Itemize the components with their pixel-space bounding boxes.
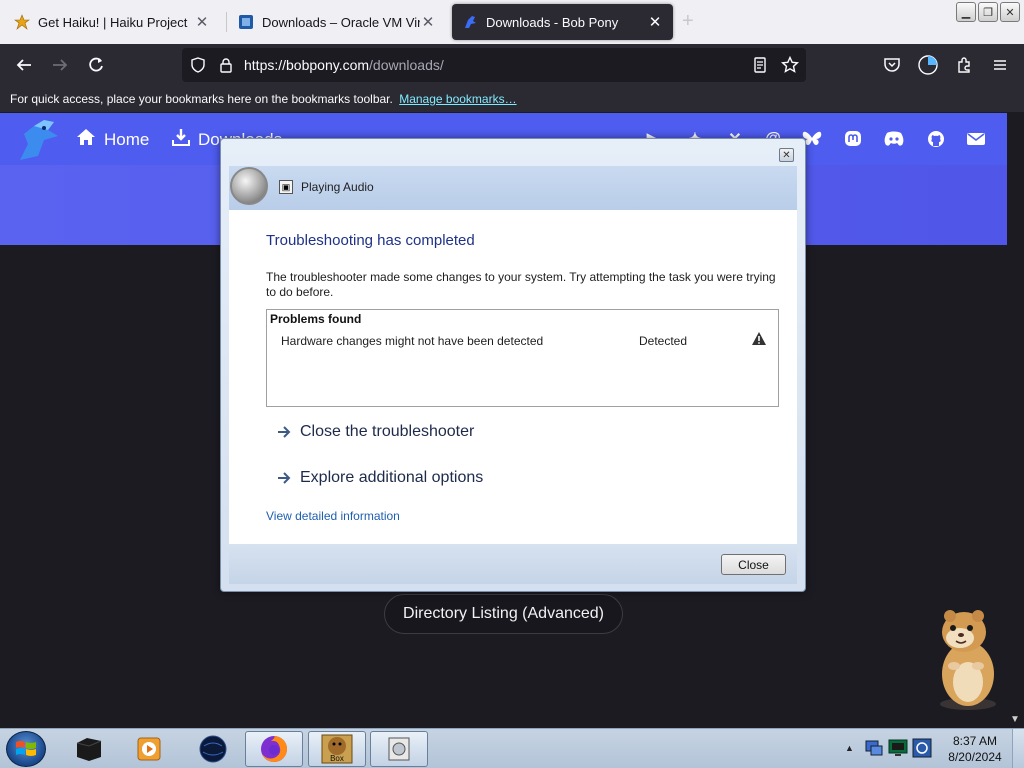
new-tab-icon[interactable]: + (682, 10, 694, 33)
download-icon (172, 128, 190, 151)
arrow-right-icon (277, 471, 291, 485)
close-tab-icon[interactable]: ✕ (194, 13, 210, 31)
windows-logo-icon (16, 741, 36, 756)
firefox-icon[interactable] (245, 731, 303, 767)
lock-icon[interactable] (214, 53, 238, 77)
discord-icon[interactable] (883, 128, 905, 150)
box-game-icon[interactable]: Box (308, 731, 366, 767)
directory-listing-button[interactable]: Directory Listing (Advanced) (384, 594, 623, 634)
minimize-icon[interactable]: ▁ (956, 2, 976, 22)
close-tab-icon[interactable]: ✕ (420, 13, 436, 31)
restore-icon[interactable]: ❐ (978, 2, 998, 22)
clock-date: 8/20/2024 (948, 750, 1002, 764)
display-icon[interactable] (888, 738, 908, 758)
warning-icon (751, 331, 767, 347)
tab-title: Downloads – Oracle VM VirtualBox (262, 14, 420, 30)
view-detailed-information-link[interactable]: View detailed information (266, 509, 400, 523)
navigation-toolbar: https://bobpony.com/downloads/ (0, 44, 1024, 86)
clock-time: 8:37 AM (952, 734, 998, 748)
virtualbox-icon (238, 14, 254, 30)
dialog-close-icon[interactable]: ✕ (779, 148, 794, 162)
arrow-right-icon (277, 425, 291, 439)
explore-options-option[interactable]: Explore additional options (277, 469, 483, 487)
tab-virtualbox[interactable]: Downloads – Oracle VM VirtualBox ✕ (228, 4, 446, 40)
hamster-mascot-icon (920, 604, 1010, 712)
url-text[interactable]: https://bobpony.com/downloads/ (244, 57, 444, 73)
url-host: https://bobpony.com (244, 57, 370, 73)
bobpony-logo-icon[interactable] (14, 116, 62, 164)
dialog-footer: Close (229, 544, 797, 584)
black-box-app-icon[interactable] (60, 731, 118, 767)
scroll-down-icon[interactable]: ▼ (1010, 714, 1020, 725)
option-label: Explore additional options (300, 469, 484, 486)
reload-icon[interactable] (84, 53, 108, 77)
volume-icon[interactable] (912, 738, 932, 758)
tab-separator (226, 12, 227, 32)
url-path: /downloads/ (369, 57, 444, 73)
account-icon[interactable] (916, 53, 940, 77)
troubleshooter-icon[interactable] (370, 731, 428, 767)
bobpony-icon (462, 14, 478, 30)
tab-title: Get Haiku! | Haiku Project (38, 14, 188, 30)
close-window-icon[interactable]: ✕ (1000, 2, 1020, 22)
network-icon[interactable] (864, 738, 884, 758)
tab-bobpony[interactable]: Downloads - Bob Pony ✕ (452, 4, 673, 40)
dialog-heading: Troubleshooting has completed (266, 232, 475, 249)
close-troubleshooter-option[interactable]: Close the troubleshooter (277, 423, 474, 441)
system-clock[interactable]: 8:37 AM 8/20/2024 (944, 733, 1006, 765)
back-icon[interactable] (12, 53, 36, 77)
email-icon[interactable] (965, 128, 987, 150)
bookmarks-message: For quick access, place your bookmarks h… (10, 92, 393, 106)
problem-name: Hardware changes might not have been det… (281, 334, 544, 348)
troubleshooter-dialog: ✕ ▣ Playing Audio Troubleshooting has co… (220, 138, 806, 592)
troubleshooter-app-icon: ▣ (279, 180, 293, 194)
option-label: Close the troubleshooter (300, 423, 475, 440)
tracking-shield-icon[interactable] (186, 53, 210, 77)
problems-header: Problems found (270, 312, 362, 326)
forward-icon[interactable] (48, 53, 72, 77)
problems-found-box: Problems found Hardware changes might no… (266, 309, 779, 407)
dark-globe-icon[interactable] (184, 731, 242, 767)
nav-label: Home (104, 129, 150, 149)
dialog-description: The troubleshooter made some changes to … (266, 270, 776, 299)
dialog-app-title: Playing Audio (301, 180, 374, 194)
window-controls: ▁ ❐ ✕ (956, 2, 1020, 22)
pocket-icon[interactable] (880, 53, 904, 77)
bookmark-star-icon[interactable] (778, 53, 802, 77)
url-bar[interactable]: https://bobpony.com/downloads/ (182, 48, 806, 82)
home-icon (76, 128, 96, 151)
menu-icon[interactable] (988, 53, 1012, 77)
manage-bookmarks-link[interactable]: Manage bookmarks… (399, 92, 516, 106)
svg-text:Box: Box (330, 754, 344, 763)
close-tab-icon[interactable]: ✕ (647, 13, 663, 31)
haiku-leaf-icon (14, 14, 30, 30)
start-button[interactable] (6, 731, 46, 767)
dialog-titlebar: ▣ Playing Audio (229, 166, 797, 210)
tab-haiku[interactable]: Get Haiku! | Haiku Project ✕ (4, 4, 220, 40)
media-player-icon[interactable] (120, 731, 178, 767)
bookmarks-toolbar: For quick access, place your bookmarks h… (0, 86, 1024, 112)
tab-title: Downloads - Bob Pony (486, 14, 619, 30)
dialog-body: Troubleshooting has completed The troubl… (229, 210, 797, 544)
taskbar: Box ▲ 8:37 AM 8/20/2024 (0, 728, 1024, 768)
reader-view-icon[interactable] (748, 53, 772, 77)
problem-status: Detected (639, 334, 688, 348)
back-button-icon[interactable] (230, 167, 268, 205)
tab-strip: Get Haiku! | Haiku Project ✕ Downloads –… (0, 0, 1024, 44)
extensions-icon[interactable] (952, 53, 976, 77)
close-button[interactable]: Close (721, 554, 786, 575)
github-icon[interactable] (925, 128, 947, 150)
mastodon-icon[interactable] (842, 128, 864, 150)
show-desktop-button[interactable] (1012, 729, 1024, 768)
site-nav-home[interactable]: Home (76, 128, 149, 151)
show-hidden-icons-icon[interactable]: ▲ (845, 743, 854, 753)
